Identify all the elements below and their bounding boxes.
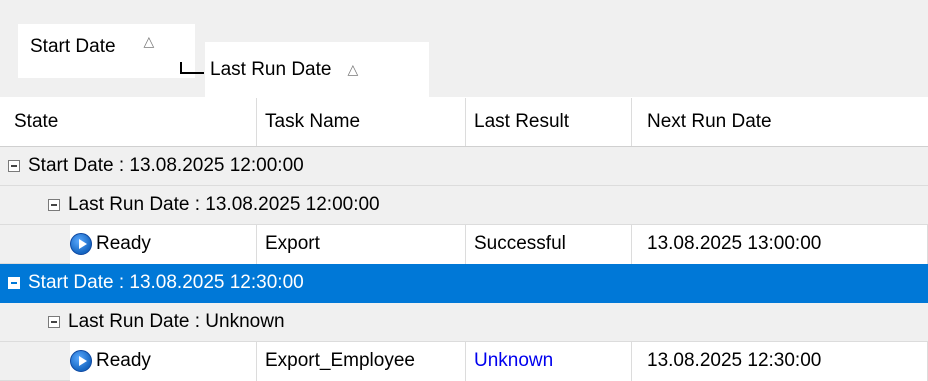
collapse-icon[interactable]: [8, 277, 20, 289]
cell-state: Ready: [70, 341, 257, 381]
task-grid: State Task Name Last Result Next Run Dat…: [0, 98, 928, 381]
group-chip-label: Start Date: [30, 36, 116, 57]
table-row[interactable]: Ready Export_Employee Unknown 13.08.2025…: [0, 341, 928, 381]
cell-last-result-link[interactable]: Unknown: [466, 341, 632, 381]
group-row-label: Start Date : 13.08.2025 12:00:00: [28, 155, 304, 176]
cell-last-result: Successful: [466, 224, 632, 264]
subgroup-row[interactable]: Last Run Date : Unknown: [0, 303, 928, 342]
subgroup-row[interactable]: Last Run Date : 13.08.2025 12:00:00: [0, 186, 928, 225]
ready-status-icon: [70, 350, 92, 372]
group-chip-label: Last Run Date: [210, 59, 332, 80]
subgroup-row-label: Last Run Date : Unknown: [68, 311, 285, 332]
cell-next-run-date: 13.08.2025 12:30:00: [632, 341, 928, 381]
sort-ascending-icon[interactable]: △: [144, 34, 155, 50]
column-header-last-result[interactable]: Last Result: [466, 98, 632, 146]
sort-ascending-icon[interactable]: △: [347, 62, 358, 78]
group-row-selected[interactable]: Start Date : 13.08.2025 12:30:00: [0, 264, 928, 303]
cell-task-name: Export_Employee: [257, 341, 466, 381]
group-row-label: Start Date : 13.08.2025 12:30:00: [28, 272, 304, 293]
state-text: Ready: [96, 350, 151, 371]
group-by-panel: Start Date △ Last Run Date △: [0, 0, 928, 98]
group-connector: [180, 62, 204, 74]
cell-task-name: Export: [257, 224, 466, 264]
column-header-next-run-date[interactable]: Next Run Date: [632, 98, 928, 146]
cell-next-run-date: 13.08.2025 13:00:00: [632, 224, 928, 264]
group-chip-last-run-date[interactable]: Last Run Date △: [205, 42, 429, 98]
column-header-state[interactable]: State: [0, 98, 257, 146]
cell-state: Ready: [70, 224, 257, 264]
group-chip-start-date[interactable]: Start Date △: [18, 24, 195, 78]
collapse-icon[interactable]: [48, 316, 60, 328]
ready-status-icon: [70, 233, 92, 255]
collapse-icon[interactable]: [8, 160, 20, 172]
group-row[interactable]: Start Date : 13.08.2025 12:00:00: [0, 147, 928, 186]
state-text: Ready: [96, 233, 151, 254]
column-header-row: State Task Name Last Result Next Run Dat…: [0, 98, 928, 147]
collapse-icon[interactable]: [48, 199, 60, 211]
table-row[interactable]: Ready Export Successful 13.08.2025 13:00…: [0, 224, 928, 264]
column-header-task-name[interactable]: Task Name: [257, 98, 466, 146]
subgroup-row-label: Last Run Date : 13.08.2025 12:00:00: [68, 194, 380, 215]
